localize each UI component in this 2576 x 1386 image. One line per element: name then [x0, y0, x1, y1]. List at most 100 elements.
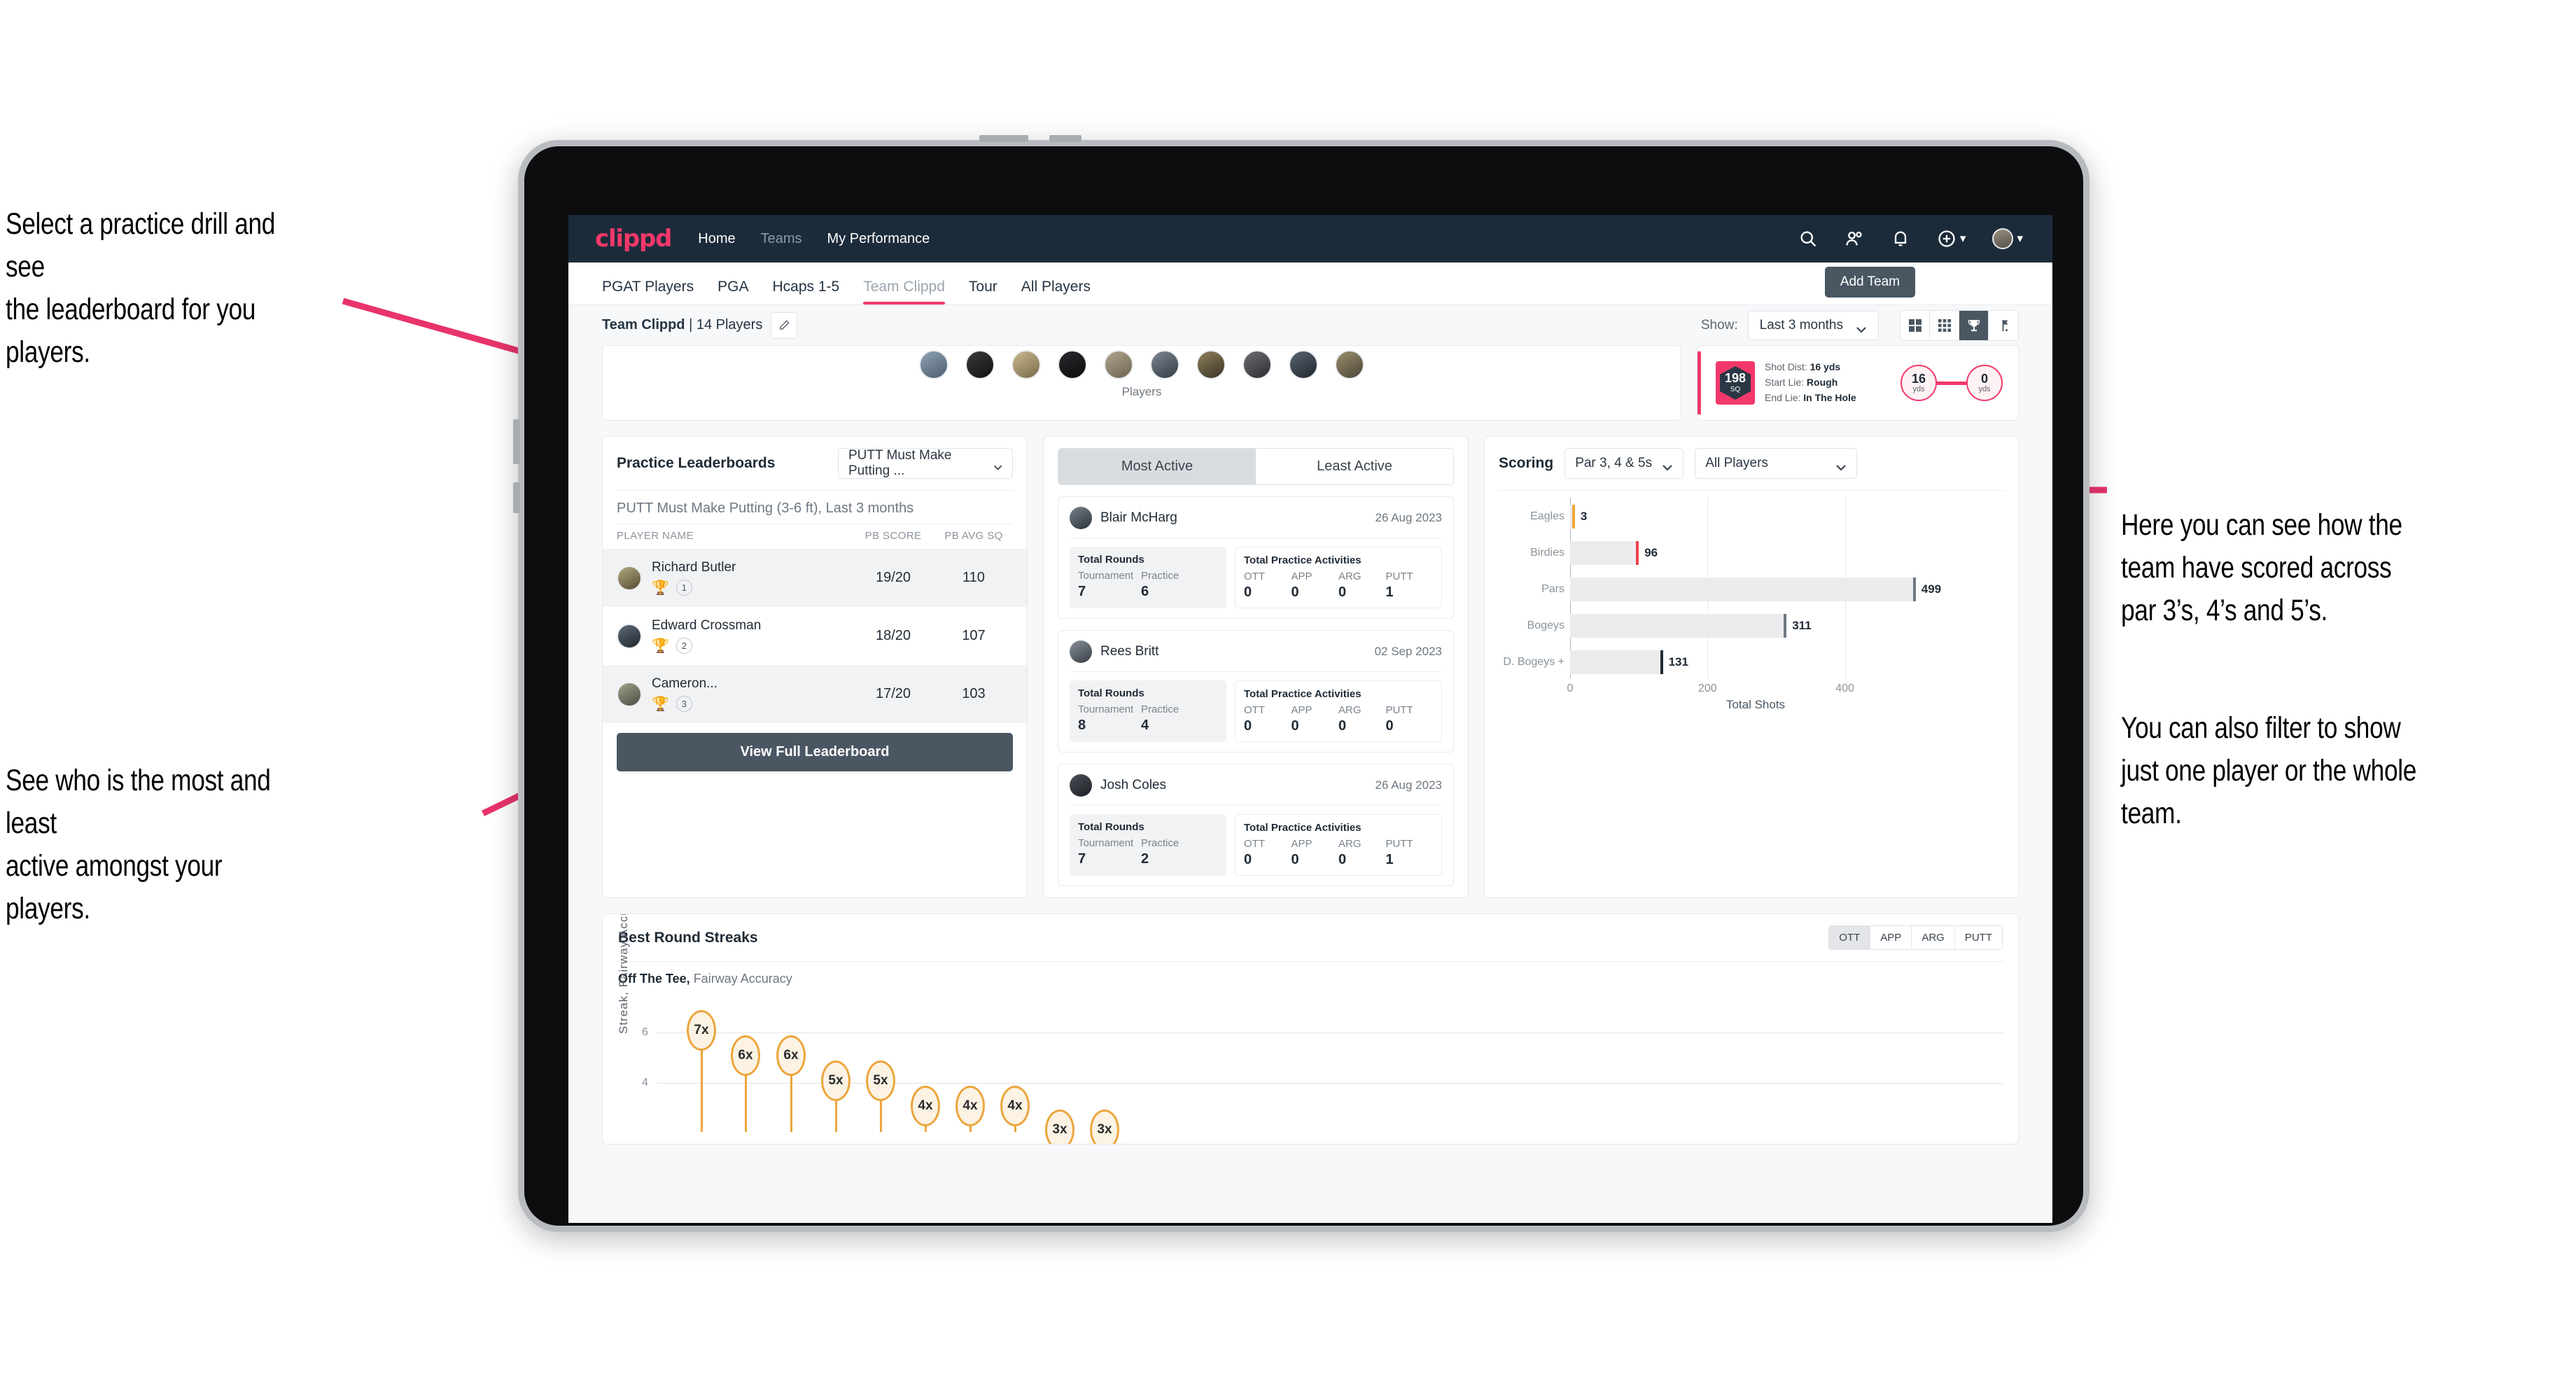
player-name: Rees Britt — [1100, 644, 1159, 659]
tab-team-clippd[interactable]: Team Clippd — [863, 279, 945, 304]
drill-select-value: PUTT Must Make Putting ... — [848, 448, 952, 478]
table-row[interactable]: Cameron... 🏆 3 17/20 103 — [603, 665, 1027, 723]
tab-least-active[interactable]: Least Active — [1256, 449, 1453, 484]
add-menu[interactable]: ▾ — [1937, 229, 1966, 248]
people-icon[interactable] — [1844, 229, 1864, 248]
streak-bubble[interactable]: 7x — [687, 1010, 716, 1051]
add-team-button[interactable]: Add Team — [1824, 267, 1915, 298]
player-avatar[interactable] — [919, 350, 948, 379]
player-name: Richard Butler — [652, 560, 736, 575]
table-row[interactable]: Edward Crossman 🏆 2 18/20 107 — [603, 607, 1027, 665]
activity-stats: Total Rounds Tournament 8 Practice 4 Total… — [1070, 680, 1442, 742]
shot-dist-row: Shot Dist: 16 yds — [1765, 361, 1841, 373]
list-item[interactable]: Josh Coles 26 Aug 2023 Total Rounds Tour… — [1058, 764, 1454, 886]
flag-icon — [2002, 319, 2008, 331]
player-avatar[interactable] — [965, 350, 995, 379]
rounds-values: Tournament 7 Practice 2 — [1078, 837, 1218, 867]
total-rounds-header: Total Rounds — [1078, 821, 1144, 833]
total-activities-header: Total Practice Activities — [1244, 688, 1362, 700]
player-avatar[interactable] — [1242, 350, 1272, 379]
player-avatar[interactable] — [1058, 350, 1087, 379]
tab-pgat-players[interactable]: PGAT Players — [602, 279, 694, 304]
search-icon[interactable] — [1798, 229, 1818, 248]
player-name: Josh Coles — [1100, 778, 1166, 792]
tab-pga[interactable]: PGA — [718, 279, 748, 304]
player-badges: 🏆 2 — [652, 638, 852, 654]
trophy-icon: 🏆 — [652, 580, 669, 596]
flag-icon-button[interactable] — [1989, 310, 2018, 340]
profile-menu[interactable]: ▾ — [1992, 228, 2023, 249]
streak-bubble[interactable]: 3x — [1090, 1110, 1119, 1144]
rounds-practice: Practice 4 — [1141, 704, 1180, 733]
streak-bubble[interactable]: 3x — [1045, 1110, 1074, 1144]
table-row[interactable]: Richard Butler 🏆 1 19/20 110 — [603, 549, 1027, 607]
gridline-4 — [657, 1083, 2003, 1084]
streak-bubble[interactable]: 4x — [1000, 1086, 1030, 1126]
act-putt: PUTT 0 — [1385, 704, 1413, 734]
total-rounds-block: Total Rounds Tournament 7 Practice 2 — [1070, 814, 1226, 876]
total-practice-activities-block: Total Practice Activities OTT 0 APP 0 ARG 0… — [1235, 680, 1442, 742]
clippd-logo[interactable]: clippd — [595, 225, 672, 253]
player-avatar[interactable] — [1196, 350, 1226, 379]
streak-bubble[interactable]: 5x — [821, 1060, 850, 1101]
streaks-chart: Streak, Fairway Accuracy 6 4 7x 6x 6x 5x — [617, 914, 2003, 1144]
team-name: Team Clippd — [602, 317, 685, 332]
players-select[interactable]: All Players — [1695, 448, 1858, 479]
tab-all-players[interactable]: All Players — [1021, 279, 1091, 304]
streak-bubble[interactable]: 6x — [731, 1035, 760, 1076]
show-label: Show: — [1700, 317, 1738, 332]
list-item[interactable]: Blair McHarg 26 Aug 2023 Total Rounds To… — [1058, 496, 1454, 619]
grid-large-icon-button[interactable] — [1900, 310, 1930, 340]
divider — [1070, 671, 1442, 672]
grid-small-icon-button[interactable] — [1930, 310, 1959, 340]
act-ott: OTT 0 — [1244, 704, 1265, 734]
segment-putt[interactable]: PUTT — [1954, 926, 2002, 949]
streaks-y-axis-title: Streak, Fairway Accuracy — [617, 913, 630, 1034]
segment-ott[interactable]: OTT — [1829, 926, 1871, 949]
tab-most-active[interactable]: Most Active — [1058, 449, 1256, 484]
trophy-icon-button[interactable] — [1959, 310, 1989, 340]
gridline-6 — [657, 1032, 2003, 1033]
nav-link-teams[interactable]: Teams — [761, 231, 802, 247]
activity-date: 26 Aug 2023 — [1375, 511, 1442, 524]
annotation-right-scoring: Here you can see how the team have score… — [2121, 508, 2402, 628]
player-avatar[interactable] — [1289, 350, 1318, 379]
nav-link-home[interactable]: Home — [698, 231, 735, 247]
view-full-leaderboard-button[interactable]: View Full Leaderboard — [617, 733, 1013, 771]
leaderboard-subtitle: PUTT Must Make Putting (3-6 ft), Last 3 … — [603, 491, 1027, 524]
activity-panel: Most Active Least Active Blair McHarg 26… — [1043, 436, 1469, 898]
segment-arg[interactable]: ARG — [1912, 926, 1955, 949]
activity-card-header: Rees Britt 02 Sep 2023 — [1070, 640, 1442, 663]
streaks-title: Best Round Streaks — [618, 929, 758, 946]
streak-bubble[interactable]: 6x — [776, 1035, 806, 1076]
bell-icon[interactable] — [1891, 229, 1910, 248]
drill-select[interactable]: PUTT Must Make Putting ... — [838, 448, 1013, 479]
chevron-down-icon — [1662, 460, 1673, 471]
date-range-select[interactable]: Last 3 months — [1747, 310, 1879, 340]
plus-circle-icon[interactable] — [1937, 229, 1956, 248]
scoring-title: Scoring — [1499, 455, 1554, 471]
streak-bubble[interactable]: 4x — [911, 1086, 940, 1126]
activity-tabs: Most Active Least Active — [1058, 448, 1454, 485]
nav-link-my-performance[interactable]: My Performance — [827, 231, 930, 247]
player-avatar[interactable] — [1011, 350, 1041, 379]
par-select[interactable]: Par 3, 4 & 5s — [1564, 448, 1684, 479]
player-avatar[interactable] — [1104, 350, 1133, 379]
annotation-right-filter: You can also filter to show just one pla… — [2121, 711, 2417, 831]
list-item[interactable]: Rees Britt 02 Sep 2023 Total Rounds Tour… — [1058, 630, 1454, 752]
rounds-values: Tournament 7 Practice 6 — [1078, 570, 1218, 600]
leaderboard-header: Practice Leaderboards PUTT Must Make Put… — [603, 437, 1027, 490]
column-pb-avg-sq: PB AVG SQ — [944, 530, 1003, 542]
team-tabbar: PGAT Players PGA Hcaps 1-5 Team Clippd T… — [568, 262, 2052, 304]
column-player-name: PLAYER NAME — [617, 530, 694, 542]
avatar[interactable] — [1992, 228, 2014, 249]
player-avatar[interactable] — [1150, 350, 1180, 379]
streak-bubble[interactable]: 4x — [955, 1086, 985, 1126]
segment-app[interactable]: APP — [1870, 926, 1912, 949]
players-caption: Players — [1121, 385, 1162, 398]
edit-team-button[interactable] — [771, 312, 798, 339]
tab-hcaps-1-5[interactable]: Hcaps 1-5 — [772, 279, 839, 304]
streak-bubble[interactable]: 5x — [866, 1060, 895, 1101]
player-avatar[interactable] — [1335, 350, 1364, 379]
tab-tour[interactable]: Tour — [969, 279, 997, 304]
